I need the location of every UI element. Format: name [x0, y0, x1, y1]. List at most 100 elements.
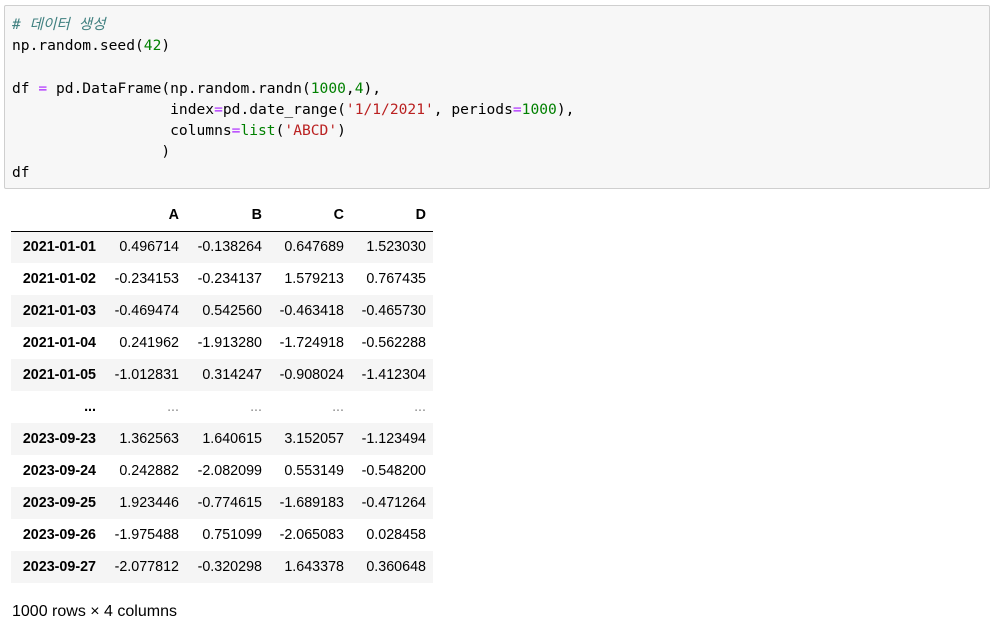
table-cell: -0.469474: [114, 303, 179, 319]
table-cell: ...: [167, 399, 179, 415]
table-cell: 1.923446: [119, 495, 179, 511]
table-cell: 1.640615: [202, 431, 262, 447]
code-line: index=pd.date_range('1/1/2021', periods=…: [12, 101, 574, 118]
code-token: pd.date_range(: [222, 100, 346, 118]
table-cell: -0.138264: [197, 239, 262, 256]
table-cell: -0.234153: [114, 271, 179, 287]
table-row: 2021-01-05 -1.012831 0.314247 -0.908024 -1.4…: [11, 359, 433, 391]
table-cell: -1.913280: [197, 335, 262, 351]
table-cell: -1.123494: [361, 431, 426, 447]
table-cell: -1.689183: [279, 495, 344, 511]
code-token: df: [12, 164, 30, 182]
table-cell: ...: [332, 399, 344, 415]
code-token: ),: [363, 79, 382, 97]
row-index-label: 2023-09-24: [22, 463, 96, 479]
table-cell: 1.643378: [284, 559, 344, 575]
output-area: A B C D 2021-01-01 0.496714 -0.138264 0.647…: [11, 199, 433, 583]
row-index-label: 2023-09-25: [22, 495, 96, 511]
table-cell: 3.152057: [284, 431, 344, 447]
index-header: [11, 199, 103, 232]
row-index-label: 2021-01-03: [22, 303, 96, 319]
table-cell: -2.082099: [197, 463, 262, 479]
code-token: '1/1/2021': [345, 100, 434, 118]
table-cell: -0.320298: [197, 559, 262, 575]
code-token: np.random.seed(: [12, 37, 144, 55]
table-ellipsis-row: ...............: [11, 391, 433, 423]
row-index-label: 2023-09-26: [22, 527, 96, 543]
code-line: df = pd.DataFrame(np.random.randn(1000,4…: [12, 80, 381, 97]
table-cell: 0.767435: [366, 271, 426, 287]
code-token: list: [240, 122, 276, 140]
table-row: 2021-01-04 0.241962 -1.913280 -1.724918 -0.5…: [11, 327, 433, 359]
table-cell: 1.523030: [366, 239, 426, 256]
code-line: columns=list('ABCD'): [12, 122, 346, 139]
table-cell: 0.751099: [202, 527, 262, 543]
code-token: df: [12, 79, 39, 97]
table-row: 2023-09-26 -1.975488 0.751099 -2.065083 0.02…: [11, 519, 433, 551]
table-cell: -1.975488: [114, 527, 179, 543]
row-index-label: 2021-01-02: [22, 271, 96, 287]
row-index-label: ...: [84, 399, 96, 415]
table-row: 2023-09-27 -2.077812 -0.320298 1.643378 0.36…: [11, 551, 433, 583]
table-cell: 0.314247: [202, 367, 262, 383]
table-cell: -1.724918: [279, 335, 344, 351]
column-header-a: A: [103, 199, 186, 232]
table-cell: 0.241962: [119, 335, 179, 351]
code-token: 'ABCD': [284, 122, 338, 140]
table-cell: 0.242882: [119, 463, 179, 479]
code-token: 4: [354, 79, 364, 97]
dataframe-table: A B C D 2021-01-01 0.496714 -0.138264 0.647…: [11, 199, 433, 583]
row-index-label: 2021-01-05: [22, 367, 96, 383]
code-token: =: [214, 100, 223, 118]
table-cell: -2.065083: [279, 527, 344, 543]
table-row: 2023-09-23 1.362563 1.640615 3.152057 -1.123…: [11, 423, 433, 455]
table-body: 2021-01-01 0.496714 -0.138264 0.647689 1.523…: [11, 231, 433, 583]
table-cell: 0.553149: [284, 463, 344, 479]
code-token: , periods: [433, 100, 513, 118]
table-cell: ...: [250, 399, 262, 415]
table-row: 2021-01-02 -0.234153 -0.234137 1.579213 0.76…: [11, 263, 433, 295]
table-cell: 0.496714: [119, 239, 179, 256]
code-cell[interactable]: # 데이터 생성 np.random.seed(42) df = pd.Data…: [4, 5, 990, 189]
table-row: 2023-09-24 0.242882 -2.082099 0.553149 -0.54…: [11, 455, 433, 487]
code-token: index: [12, 100, 215, 118]
table-cell: -0.548200: [361, 463, 426, 479]
table-row: 2023-09-25 1.923446 -0.774615 -1.689183 -0.4…: [11, 487, 433, 519]
table-cell: 1.362563: [119, 431, 179, 447]
table-row: 2021-01-01 0.496714 -0.138264 0.647689 1.523…: [11, 231, 433, 263]
table-cell: -0.463418: [279, 303, 344, 319]
code-token: # 데이터 생성: [12, 16, 106, 33]
row-index-label: 2021-01-01: [22, 239, 96, 256]
code-token: 1000: [310, 79, 346, 97]
table-cell: -0.234137: [197, 271, 262, 287]
table-cell: 0.360648: [366, 559, 426, 575]
table-cell: -0.471264: [361, 495, 426, 511]
code-token: ,: [345, 79, 355, 97]
table-cell: -2.077812: [114, 559, 179, 575]
column-header-c: C: [269, 199, 351, 232]
row-index-label: 2023-09-23: [22, 431, 96, 447]
row-index-label: 2021-01-04: [22, 335, 96, 351]
table-row: 2021-01-03 -0.469474 0.542560 -0.463418 -0.4…: [11, 295, 433, 327]
code-line: np.random.seed(42): [12, 37, 170, 54]
table-cell: -1.012831: [114, 367, 179, 383]
table-cell: 0.028458: [366, 527, 426, 543]
table-cell: -1.412304: [361, 367, 426, 383]
code-line: ): [12, 143, 170, 160]
code-token: =: [38, 79, 48, 97]
column-header-d: D: [351, 199, 433, 232]
code-editor[interactable]: # 데이터 생성 np.random.seed(42) df = pd.Data…: [12, 14, 574, 184]
code-line: # 데이터 생성: [12, 16, 106, 33]
code-token: ),: [556, 100, 575, 118]
code-token: ): [161, 37, 171, 55]
code-line: df: [12, 164, 30, 181]
code-token: columns: [12, 122, 232, 140]
table-cell: 0.647689: [284, 239, 344, 256]
code-token: =: [512, 100, 522, 118]
table-cell: 1.579213: [284, 271, 344, 287]
row-index-label: 2023-09-27: [22, 559, 96, 575]
table-header-row: A B C D: [11, 199, 433, 232]
table-cell: -0.774615: [197, 495, 262, 511]
table-cell: ...: [414, 399, 426, 415]
table-cell: -0.562288: [361, 335, 426, 351]
